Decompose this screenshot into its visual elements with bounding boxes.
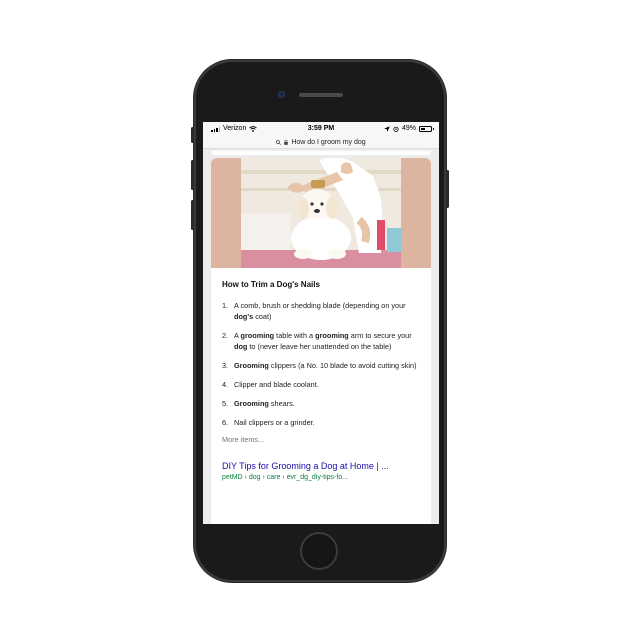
dog-grooming-photo	[241, 158, 401, 268]
list-item-text: Grooming shears.	[234, 398, 295, 409]
more-items-link[interactable]: More items...	[222, 435, 422, 444]
bold-keyword: dog	[234, 342, 248, 351]
search-query: How do I groom my dog	[291, 138, 366, 146]
snippet-list-item: 6. Nail clippers or a grinder.	[222, 417, 422, 428]
bold-keyword: grooming	[240, 331, 275, 340]
previous-card-edge	[211, 151, 431, 155]
featured-snippet-card: How to Trim a Dog's Nails 1. A comb, brus…	[211, 158, 431, 524]
text-segment: clippers (a No. 10 blade to avoid cuttin…	[268, 361, 417, 370]
text-segment: Clipper and blade coolant.	[234, 380, 319, 389]
list-item-text: Clipper and blade coolant.	[234, 379, 319, 390]
list-item-text: A comb, brush or shedding blade (dependi…	[234, 300, 422, 322]
text-segment: A comb, brush or shedding blade (dependi…	[234, 301, 406, 310]
bold-keyword: Grooming	[234, 361, 269, 370]
text-segment: Nail clippers or a grinder.	[234, 418, 315, 427]
snippet-list-item: 5. Grooming shears.	[222, 398, 422, 409]
snippet-list-item: 2. A grooming table with a grooming arm t…	[222, 330, 422, 352]
search-icon	[276, 139, 282, 145]
list-item-number: 2.	[222, 331, 229, 340]
list-item-text: A grooming table with a grooming arm to …	[234, 330, 422, 352]
list-item-number: 5.	[222, 399, 229, 408]
phone-screen: Verizon 3:59 PM 49% How do I groom my do…	[203, 122, 439, 524]
bold-keyword: dog's	[234, 312, 254, 321]
text-segment: coat)	[253, 312, 272, 321]
snippet-list-item: 1. A comb, brush or shedding blade (depen…	[222, 300, 422, 322]
result-breadcrumb: petMD › dog › care › evr_dg_diy-tips-fo.…	[222, 474, 349, 481]
snippet-content: How to Trim a Dog's Nails 1. A comb, brus…	[222, 280, 422, 481]
location-arrow-icon	[384, 125, 390, 132]
snippet-list-item: 3. Grooming clippers (a No. 10 blade to a…	[222, 360, 422, 371]
status-bar: Verizon 3:59 PM 49%	[203, 122, 439, 136]
snippet-list: 1. A comb, brush or shedding blade (depen…	[222, 300, 422, 428]
list-item-number: 6.	[222, 418, 229, 427]
bold-keyword: grooming	[315, 331, 349, 340]
list-item-number: 4.	[222, 380, 229, 389]
list-item-number: 1.	[222, 301, 229, 310]
alarm-clock-icon	[393, 126, 399, 132]
snippet-image[interactable]	[211, 158, 431, 268]
power-button[interactable]	[446, 170, 449, 208]
snippet-heading: How to Trim a Dog's Nails	[222, 280, 320, 289]
result-title-link[interactable]: DIY Tips for Grooming a Dog at Home | ..…	[222, 461, 422, 471]
lock-icon	[284, 139, 289, 145]
text-segment: arm to secure your	[348, 331, 412, 340]
front-camera	[278, 91, 285, 98]
battery-icon	[419, 125, 434, 132]
list-item-number: 3.	[222, 361, 229, 370]
text-segment: shears.	[268, 399, 295, 408]
battery-percentage: 49%	[401, 125, 416, 132]
home-button[interactable]	[300, 532, 338, 570]
list-item-text: Nail clippers or a grinder.	[234, 417, 315, 428]
snippet-list-item: 4. Clipper and blade coolant.	[222, 379, 422, 390]
list-item-text: Grooming clippers (a No. 10 blade to avo…	[234, 360, 417, 371]
earpiece-speaker	[299, 93, 343, 97]
address-bar[interactable]: How do I groom my dog	[203, 136, 439, 149]
text-segment: table with a	[274, 331, 316, 340]
text-segment: to (never leave her unattended on the ta…	[247, 342, 392, 351]
bold-keyword: Grooming	[234, 399, 269, 408]
